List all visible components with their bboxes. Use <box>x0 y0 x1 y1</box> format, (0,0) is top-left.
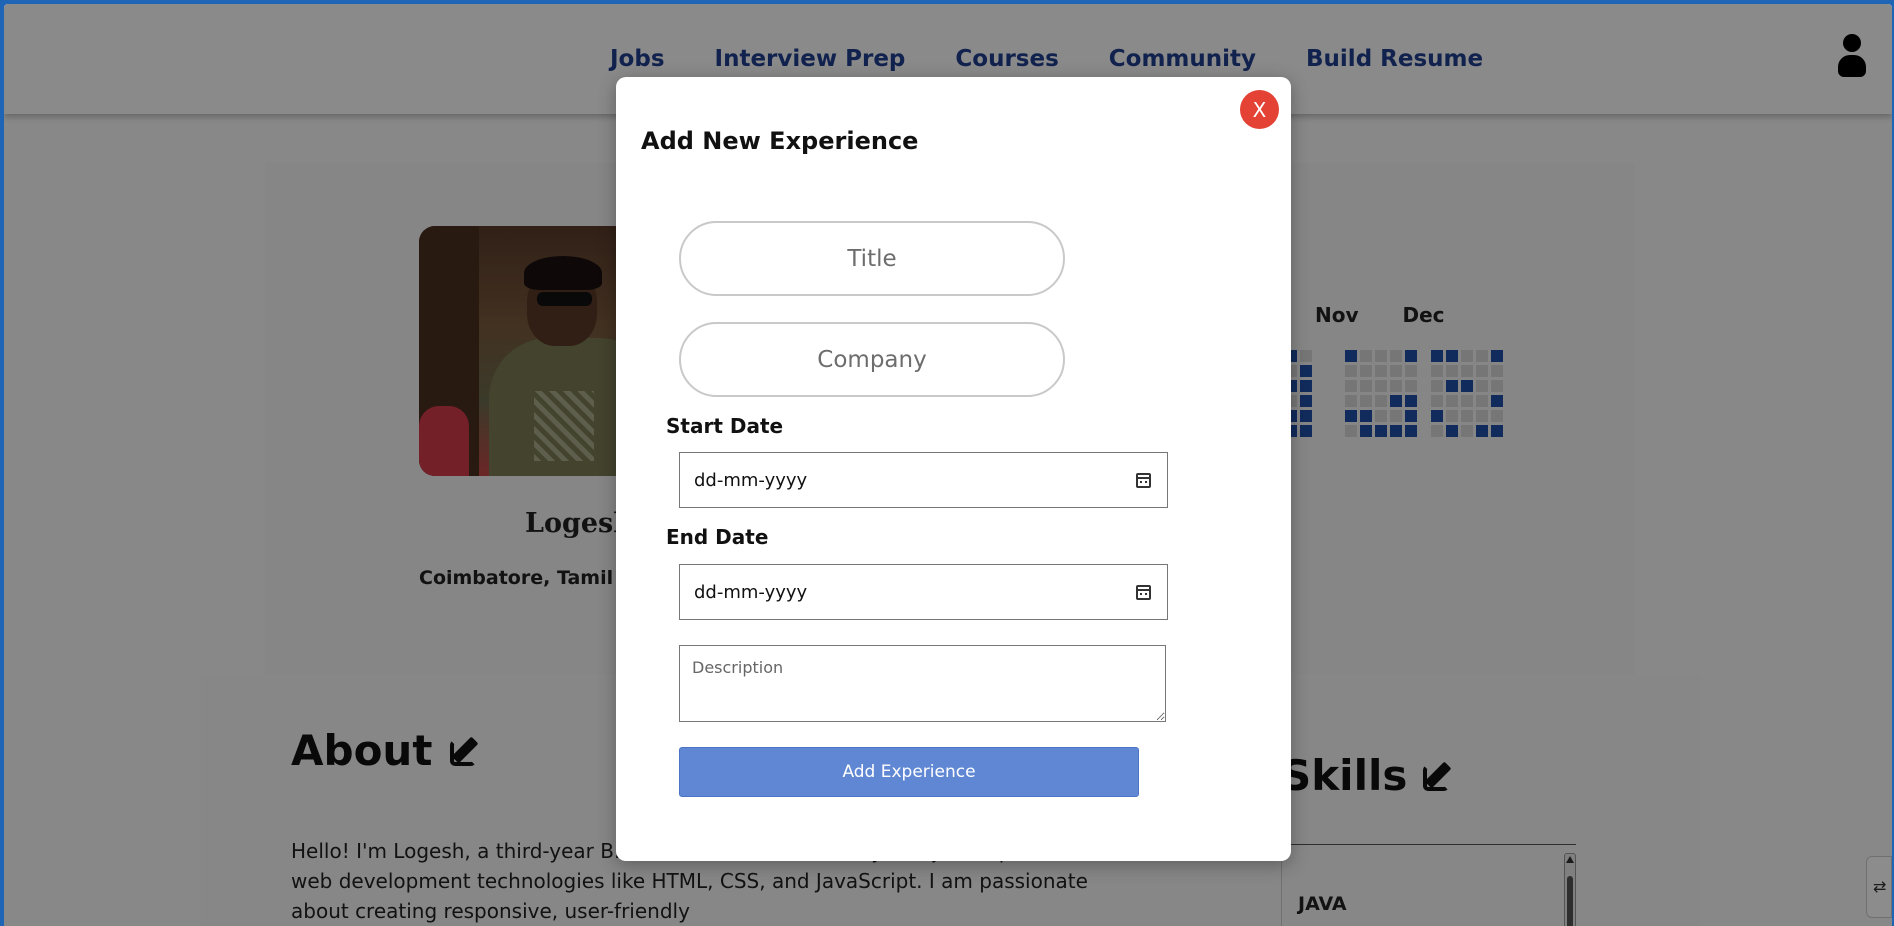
description-input[interactable] <box>679 645 1166 722</box>
add-experience-modal: X Add New Experience Start Date dd-mm-yy… <box>616 77 1291 861</box>
title-input[interactable] <box>679 221 1065 296</box>
end-date-label: End Date <box>666 525 769 549</box>
modal-title: Add New Experience <box>641 127 919 155</box>
calendar-icon[interactable] <box>1136 585 1151 600</box>
start-date-label: Start Date <box>666 414 784 438</box>
end-date-value: dd-mm-yyyy <box>694 581 808 603</box>
calendar-icon[interactable] <box>1136 473 1151 488</box>
add-experience-button[interactable]: Add Experience <box>679 747 1139 797</box>
end-date-input[interactable]: dd-mm-yyyy <box>679 564 1168 620</box>
browser-viewport: Jobs Interview Prep Courses Community Bu… <box>4 4 1892 926</box>
start-date-input[interactable]: dd-mm-yyyy <box>679 452 1168 508</box>
company-input[interactable] <box>679 322 1065 397</box>
start-date-value: dd-mm-yyyy <box>694 469 808 491</box>
close-button[interactable]: X <box>1240 90 1279 129</box>
